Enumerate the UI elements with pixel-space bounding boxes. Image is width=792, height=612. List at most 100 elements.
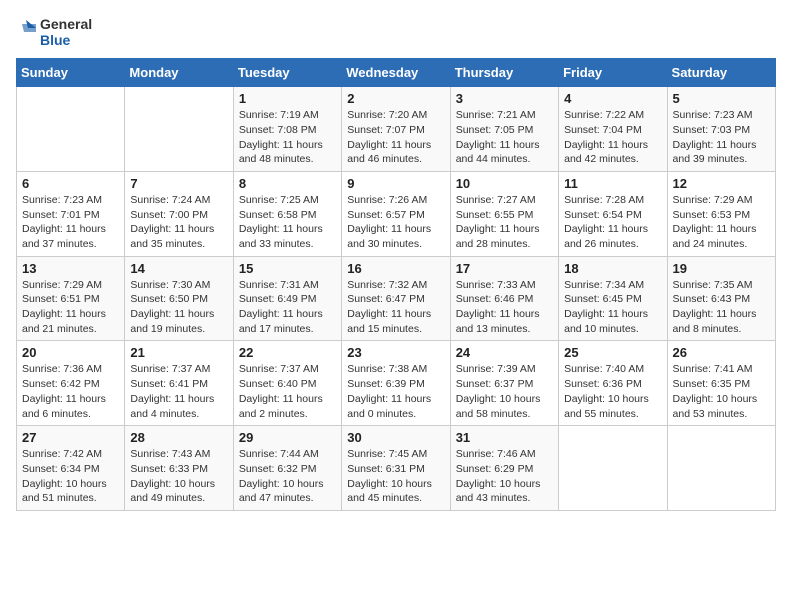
- logo-general-text: General: [40, 16, 92, 32]
- day-number: 21: [130, 345, 227, 360]
- day-number: 25: [564, 345, 661, 360]
- calendar-cell: 21Sunrise: 7:37 AM Sunset: 6:41 PM Dayli…: [125, 341, 233, 426]
- weekday-header-friday: Friday: [559, 59, 667, 87]
- day-detail: Sunrise: 7:21 AM Sunset: 7:05 PM Dayligh…: [456, 108, 553, 167]
- calendar-cell: 20Sunrise: 7:36 AM Sunset: 6:42 PM Dayli…: [17, 341, 125, 426]
- calendar-cell: 31 Sunrise: 7:46 AM Sunset: 6:29 PM Dayli…: [450, 426, 558, 511]
- calendar-cell: 4 Sunrise: 7:22 AM Sunset: 7:04 PM Daylig…: [559, 87, 667, 172]
- calendar-cell: 1 Sunrise: 7:19 AM Sunset: 7:08 PM Daylig…: [233, 87, 341, 172]
- calendar-cell: 29Sunrise: 7:44 AM Sunset: 6:32 PM Dayli…: [233, 426, 341, 511]
- calendar-cell: 5Sunrise: 7:23 AM Sunset: 7:03 PM Daylig…: [667, 87, 775, 172]
- day-number: 16: [347, 261, 444, 276]
- calendar-cell: 28 Sunrise: 7:43 AM Sunset: 6:33 PM Dayli…: [125, 426, 233, 511]
- weekday-header-tuesday: Tuesday: [233, 59, 341, 87]
- day-detail: Sunrise: 7:19 AM Sunset: 7:08 PM Dayligh…: [239, 108, 336, 167]
- day-number: 9: [347, 176, 444, 191]
- calendar-cell: 16 Sunrise: 7:32 AM Sunset: 6:47 PM Dayli…: [342, 256, 450, 341]
- logo-bird-icon: [16, 18, 38, 46]
- calendar-cell: 2 Sunrise: 7:20 AM Sunset: 7:07 PM Daylig…: [342, 87, 450, 172]
- calendar-cell: 30 Sunrise: 7:45 AM Sunset: 6:31 PM Dayli…: [342, 426, 450, 511]
- day-number: 14: [130, 261, 227, 276]
- day-detail: Sunrise: 7:35 AM Sunset: 6:43 PM Dayligh…: [673, 278, 770, 337]
- day-detail: Sunrise: 7:39 AM Sunset: 6:37 PM Dayligh…: [456, 362, 553, 421]
- day-detail: Sunrise: 7:30 AM Sunset: 6:50 PM Dayligh…: [130, 278, 227, 337]
- day-detail: Sunrise: 7:37 AM Sunset: 6:40 PM Dayligh…: [239, 362, 336, 421]
- calendar-cell: 12 Sunrise: 7:29 AM Sunset: 6:53 PM Dayli…: [667, 171, 775, 256]
- day-number: 2: [347, 91, 444, 106]
- calendar-week-4: 20Sunrise: 7:36 AM Sunset: 6:42 PM Dayli…: [17, 341, 776, 426]
- day-number: 23: [347, 345, 444, 360]
- day-detail: Sunrise: 7:40 AM Sunset: 6:36 PM Dayligh…: [564, 362, 661, 421]
- day-detail: Sunrise: 7:34 AM Sunset: 6:45 PM Dayligh…: [564, 278, 661, 337]
- calendar-table: SundayMondayTuesdayWednesdayThursdayFrid…: [16, 58, 776, 511]
- day-number: 26: [673, 345, 770, 360]
- calendar-cell: 22 Sunrise: 7:37 AM Sunset: 6:40 PM Dayli…: [233, 341, 341, 426]
- weekday-header-sunday: Sunday: [17, 59, 125, 87]
- day-detail: Sunrise: 7:20 AM Sunset: 7:07 PM Dayligh…: [347, 108, 444, 167]
- logo: General Blue: [16, 16, 92, 48]
- day-detail: Sunrise: 7:45 AM Sunset: 6:31 PM Dayligh…: [347, 447, 444, 506]
- day-detail: Sunrise: 7:32 AM Sunset: 6:47 PM Dayligh…: [347, 278, 444, 337]
- calendar-cell: 26 Sunrise: 7:41 AM Sunset: 6:35 PM Dayli…: [667, 341, 775, 426]
- calendar-cell: [125, 87, 233, 172]
- day-number: 13: [22, 261, 119, 276]
- calendar-week-3: 13 Sunrise: 7:29 AM Sunset: 6:51 PM Dayli…: [17, 256, 776, 341]
- calendar-cell: 6Sunrise: 7:23 AM Sunset: 7:01 PM Daylig…: [17, 171, 125, 256]
- calendar-cell: [17, 87, 125, 172]
- calendar-cell: 7 Sunrise: 7:24 AM Sunset: 7:00 PM Daylig…: [125, 171, 233, 256]
- day-detail: Sunrise: 7:46 AM Sunset: 6:29 PM Dayligh…: [456, 447, 553, 506]
- calendar-cell: 3 Sunrise: 7:21 AM Sunset: 7:05 PM Daylig…: [450, 87, 558, 172]
- calendar-week-1: 1 Sunrise: 7:19 AM Sunset: 7:08 PM Daylig…: [17, 87, 776, 172]
- day-detail: Sunrise: 7:38 AM Sunset: 6:39 PM Dayligh…: [347, 362, 444, 421]
- calendar-cell: 14 Sunrise: 7:30 AM Sunset: 6:50 PM Dayli…: [125, 256, 233, 341]
- day-number: 30: [347, 430, 444, 445]
- logo-blue-text: Blue: [40, 32, 92, 48]
- calendar-cell: 17 Sunrise: 7:33 AM Sunset: 6:46 PM Dayli…: [450, 256, 558, 341]
- calendar-cell: 8Sunrise: 7:25 AM Sunset: 6:58 PM Daylig…: [233, 171, 341, 256]
- calendar-cell: [667, 426, 775, 511]
- day-detail: Sunrise: 7:41 AM Sunset: 6:35 PM Dayligh…: [673, 362, 770, 421]
- calendar-cell: 9 Sunrise: 7:26 AM Sunset: 6:57 PM Daylig…: [342, 171, 450, 256]
- day-number: 15: [239, 261, 336, 276]
- day-number: 29: [239, 430, 336, 445]
- day-number: 24: [456, 345, 553, 360]
- day-number: 17: [456, 261, 553, 276]
- calendar-cell: 27 Sunrise: 7:42 AM Sunset: 6:34 PM Dayli…: [17, 426, 125, 511]
- day-detail: Sunrise: 7:33 AM Sunset: 6:46 PM Dayligh…: [456, 278, 553, 337]
- day-number: 12: [673, 176, 770, 191]
- day-number: 22: [239, 345, 336, 360]
- day-detail: Sunrise: 7:29 AM Sunset: 6:53 PM Dayligh…: [673, 193, 770, 252]
- day-number: 27: [22, 430, 119, 445]
- day-detail: Sunrise: 7:42 AM Sunset: 6:34 PM Dayligh…: [22, 447, 119, 506]
- day-number: 18: [564, 261, 661, 276]
- weekday-header-row: SundayMondayTuesdayWednesdayThursdayFrid…: [17, 59, 776, 87]
- weekday-header-saturday: Saturday: [667, 59, 775, 87]
- day-detail: Sunrise: 7:29 AM Sunset: 6:51 PM Dayligh…: [22, 278, 119, 337]
- day-number: 31: [456, 430, 553, 445]
- day-detail: Sunrise: 7:28 AM Sunset: 6:54 PM Dayligh…: [564, 193, 661, 252]
- page-header: General Blue: [16, 16, 776, 48]
- calendar-cell: 15 Sunrise: 7:31 AM Sunset: 6:49 PM Dayli…: [233, 256, 341, 341]
- day-number: 4: [564, 91, 661, 106]
- day-detail: Sunrise: 7:22 AM Sunset: 7:04 PM Dayligh…: [564, 108, 661, 167]
- day-detail: Sunrise: 7:43 AM Sunset: 6:33 PM Dayligh…: [130, 447, 227, 506]
- day-number: 8: [239, 176, 336, 191]
- day-number: 1: [239, 91, 336, 106]
- calendar-cell: [559, 426, 667, 511]
- calendar-cell: 25 Sunrise: 7:40 AM Sunset: 6:36 PM Dayli…: [559, 341, 667, 426]
- calendar-week-5: 27 Sunrise: 7:42 AM Sunset: 6:34 PM Dayli…: [17, 426, 776, 511]
- day-number: 7: [130, 176, 227, 191]
- day-detail: Sunrise: 7:27 AM Sunset: 6:55 PM Dayligh…: [456, 193, 553, 252]
- day-number: 11: [564, 176, 661, 191]
- day-number: 3: [456, 91, 553, 106]
- day-detail: Sunrise: 7:26 AM Sunset: 6:57 PM Dayligh…: [347, 193, 444, 252]
- day-detail: Sunrise: 7:36 AM Sunset: 6:42 PM Dayligh…: [22, 362, 119, 421]
- day-detail: Sunrise: 7:31 AM Sunset: 6:49 PM Dayligh…: [239, 278, 336, 337]
- calendar-cell: 13 Sunrise: 7:29 AM Sunset: 6:51 PM Dayli…: [17, 256, 125, 341]
- weekday-header-monday: Monday: [125, 59, 233, 87]
- day-detail: Sunrise: 7:23 AM Sunset: 7:01 PM Dayligh…: [22, 193, 119, 252]
- day-number: 28: [130, 430, 227, 445]
- day-detail: Sunrise: 7:24 AM Sunset: 7:00 PM Dayligh…: [130, 193, 227, 252]
- calendar-cell: 18 Sunrise: 7:34 AM Sunset: 6:45 PM Dayli…: [559, 256, 667, 341]
- calendar-cell: 23 Sunrise: 7:38 AM Sunset: 6:39 PM Dayli…: [342, 341, 450, 426]
